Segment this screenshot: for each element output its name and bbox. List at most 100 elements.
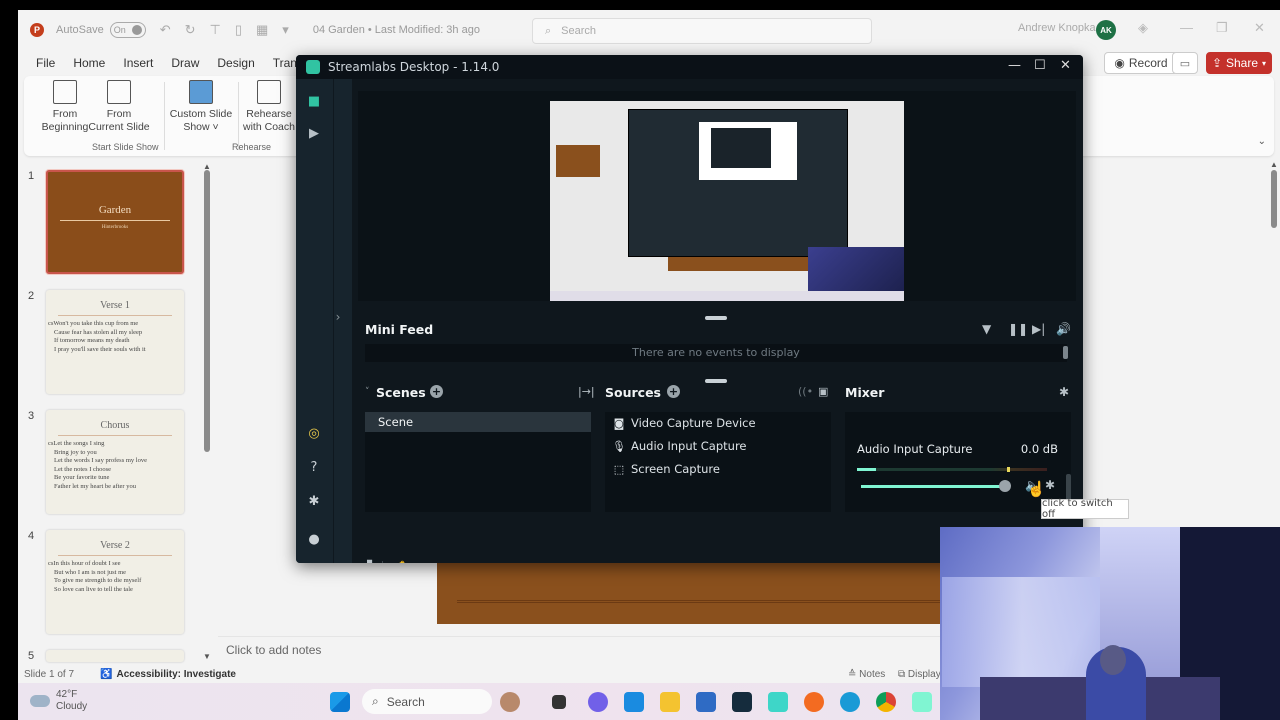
- streamlabs-taskbar-icon[interactable]: [912, 692, 932, 712]
- task-view-icon[interactable]: [552, 695, 566, 709]
- mini-feed-scrollbar[interactable]: [1063, 346, 1068, 359]
- slide-thumbnail-5[interactable]: [46, 650, 184, 662]
- thumbnail-scrollbar[interactable]: [204, 170, 210, 452]
- tab-home[interactable]: Home: [73, 56, 105, 70]
- skip-icon[interactable]: ▶|: [1032, 322, 1045, 336]
- amazon-music-icon[interactable]: [768, 692, 788, 712]
- layout-icon[interactable]: ▦: [256, 22, 268, 38]
- from-current-slide-button[interactable]: From Current Slide: [82, 80, 156, 134]
- diamond-icon[interactable]: ◈: [1138, 20, 1148, 36]
- customize-qat-icon[interactable]: ▾: [282, 22, 289, 38]
- volume-icon[interactable]: 🔊: [1056, 322, 1071, 336]
- display-settings[interactable]: ⧉ Display: [898, 669, 941, 680]
- autosave-toggle[interactable]: On: [109, 22, 146, 38]
- scene-item[interactable]: Scene: [365, 412, 591, 432]
- slide-scrollbar[interactable]: [1271, 170, 1277, 228]
- volume-slider[interactable]: [861, 480, 1011, 492]
- collapse-chevron-icon[interactable]: ˅: [365, 387, 370, 397]
- rehearse-with-coach-button[interactable]: Rehearse with Coach: [232, 80, 306, 134]
- streamlabs-window: Streamlabs Desktop - 1.14.0 — ☐ ✕ ■ ▶ › …: [296, 55, 1083, 563]
- ppt-titlebar: P AutoSave On ↶ ↻ ⊤ ▯ ▦ ▾ 04 Garden • La…: [18, 10, 1280, 50]
- widgets-icon[interactable]: [500, 692, 520, 712]
- accessibility-status[interactable]: Accessibility: Investigate: [117, 669, 237, 680]
- redo-icon[interactable]: ↻: [185, 22, 196, 38]
- editor-camera-icon[interactable]: ■: [306, 93, 322, 109]
- ppt-search-input[interactable]: ⌕ Search: [532, 18, 872, 44]
- slide-thumbnail-1[interactable]: Garden Hinterbrooks: [46, 170, 184, 274]
- undo-icon[interactable]: ↶: [160, 22, 171, 38]
- volume-slider-knob[interactable]: [999, 480, 1011, 492]
- pause-icon[interactable]: ❚❚: [1008, 322, 1028, 336]
- settings-gear-icon[interactable]: ✱: [306, 493, 322, 509]
- scroll-down-icon[interactable]: ▼: [203, 652, 211, 661]
- source-item[interactable]: ◙ Video Capture Device: [613, 416, 756, 430]
- notifications-bell-icon[interactable]: 🔔: [394, 561, 410, 563]
- channel-settings-icon[interactable]: ✱: [1045, 478, 1055, 492]
- custom-slide-show-button[interactable]: Custom Slide Show ˅: [164, 80, 238, 134]
- slide-thumbnail-4[interactable]: Verse 2 csIn this hour of doubt I see Bu…: [46, 530, 184, 634]
- file-explorer-icon[interactable]: [660, 692, 680, 712]
- tab-draw[interactable]: Draw: [171, 56, 199, 70]
- notes-input[interactable]: Click to add notes: [218, 636, 958, 662]
- resize-handle[interactable]: [705, 316, 727, 320]
- source-item[interactable]: 🎙 Audio Input Capture: [612, 439, 746, 453]
- notes-icon: ≙: [848, 668, 857, 680]
- user-icon[interactable]: ●: [306, 531, 322, 547]
- add-folder-icon[interactable]: ▣: [818, 385, 828, 398]
- scene-transition-icon[interactable]: |→|: [578, 385, 595, 398]
- scenes-list: Scene: [365, 412, 591, 512]
- start-icon[interactable]: [330, 692, 350, 712]
- slide-thumbnail-3[interactable]: Chorus csLet the songs I sing Bring joy …: [46, 410, 184, 514]
- avatar[interactable]: AK: [1096, 20, 1116, 40]
- taskbar-search[interactable]: ⌕ Search: [362, 689, 492, 714]
- themes-icon[interactable]: ◎: [306, 425, 322, 441]
- tab-design[interactable]: Design: [217, 56, 254, 70]
- search-icon: ⌕: [545, 24, 552, 37]
- add-scene-button[interactable]: +: [430, 385, 443, 398]
- record-button[interactable]: ◉ Record: [1104, 52, 1178, 74]
- slide-number: 3: [28, 410, 35, 422]
- document-name[interactable]: 04 Garden • Last Modified: 3h ago: [313, 24, 480, 36]
- source-item[interactable]: ⬚ Screen Capture: [613, 462, 720, 476]
- help-icon[interactable]: ?: [306, 459, 322, 475]
- share-button[interactable]: ⇪ Share ▾: [1206, 52, 1272, 74]
- add-source-button[interactable]: +: [667, 385, 680, 398]
- divider: [382, 561, 383, 563]
- notes-toggle[interactable]: ≙ Notes: [848, 669, 885, 680]
- streamlabs-logo-icon: [306, 60, 320, 74]
- maximize-icon[interactable]: ☐: [1034, 58, 1046, 73]
- new-file-icon[interactable]: ▯: [235, 22, 242, 38]
- edge-icon[interactable]: [840, 692, 860, 712]
- mail-icon[interactable]: [624, 692, 644, 712]
- filter-icon[interactable]: ▼: [982, 322, 991, 336]
- resize-handle[interactable]: [705, 379, 727, 383]
- tab-insert[interactable]: Insert: [123, 56, 153, 70]
- chrome-icon[interactable]: [876, 692, 896, 712]
- performance-icon[interactable]: ▟: [362, 561, 372, 563]
- audio-settings-icon[interactable]: ((•: [798, 385, 813, 398]
- slide-thumbnail-2[interactable]: Verse 1 csWon't you take this cup from m…: [46, 290, 184, 394]
- microsoft-store-icon[interactable]: [696, 692, 716, 712]
- scroll-up-icon[interactable]: ▲: [1270, 160, 1278, 169]
- audio-meter-peak: [1007, 467, 1010, 472]
- restore-icon[interactable]: ❐: [1216, 20, 1228, 36]
- collapse-ribbon-icon[interactable]: ⌄: [1258, 136, 1266, 147]
- comments-button[interactable]: ▭: [1172, 52, 1198, 74]
- present-icon[interactable]: ⊤: [210, 22, 221, 38]
- minimize-icon[interactable]: —: [1180, 20, 1193, 35]
- expand-chevron-icon[interactable]: ›: [330, 309, 346, 325]
- mixer-settings-icon[interactable]: ✱: [1059, 385, 1069, 399]
- firefox-icon[interactable]: [804, 692, 824, 712]
- tab-file[interactable]: File: [36, 56, 55, 70]
- close-icon[interactable]: ✕: [1254, 20, 1265, 36]
- play-icon[interactable]: ▶: [306, 125, 322, 141]
- cloud-icon: [30, 695, 50, 707]
- kindle-icon[interactable]: [732, 692, 752, 712]
- close-icon[interactable]: ✕: [1060, 58, 1071, 73]
- teams-chat-icon[interactable]: [588, 692, 608, 712]
- current-slide-canvas[interactable]: [437, 562, 977, 624]
- minimize-icon[interactable]: —: [1008, 58, 1021, 73]
- stream-preview[interactable]: [358, 91, 1076, 301]
- share-icon: ⇪: [1211, 56, 1222, 70]
- weather-widget[interactable]: 42°F Cloudy: [30, 689, 87, 713]
